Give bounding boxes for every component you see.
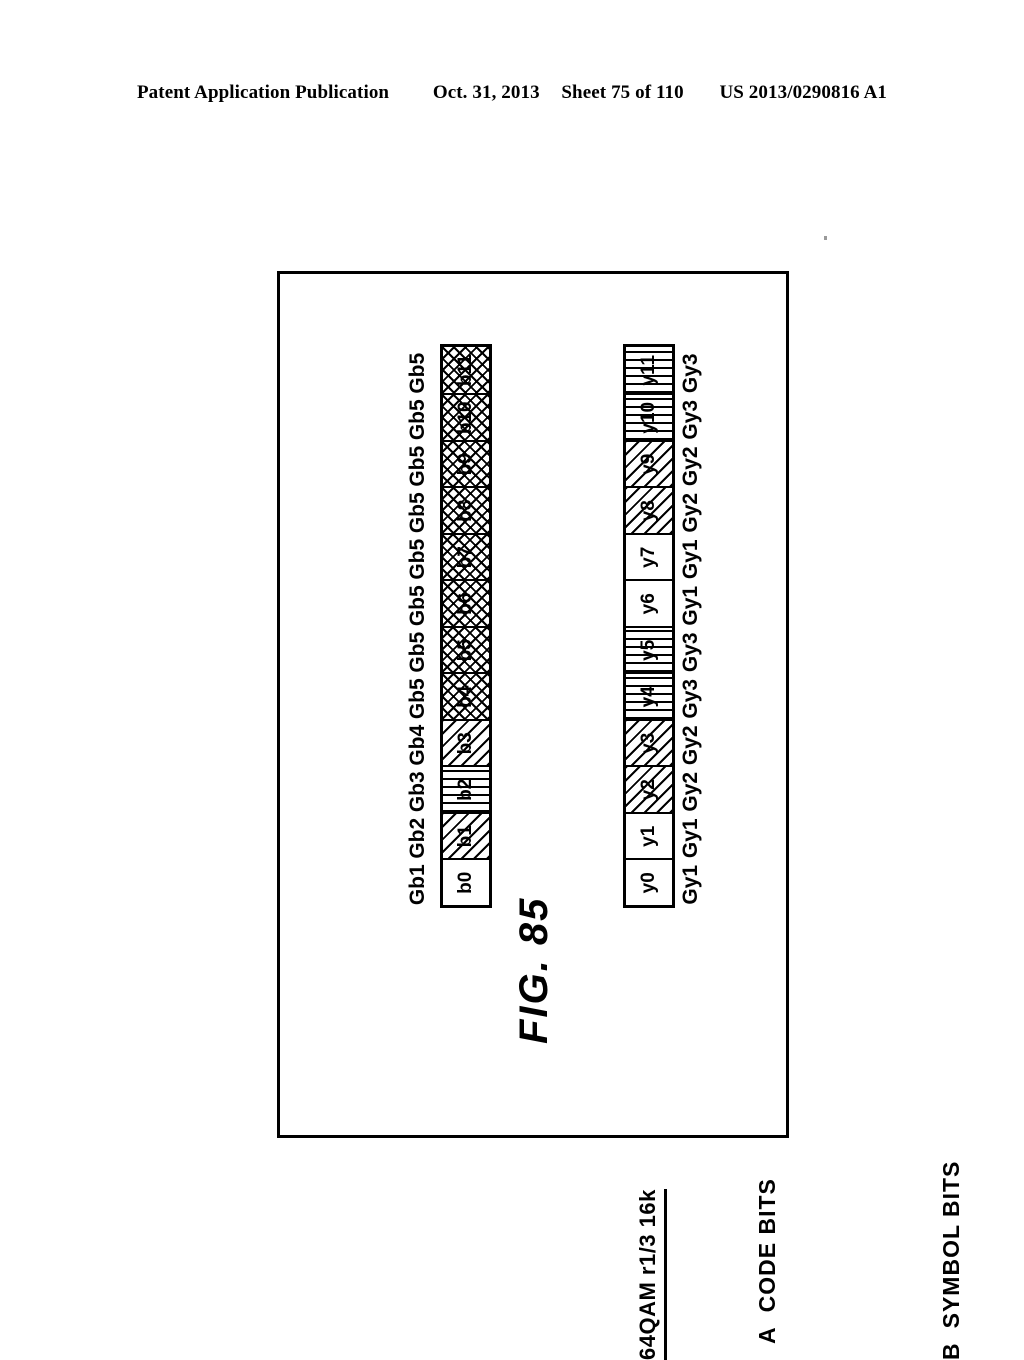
symbol-bits-cell-y3: y3 (626, 719, 672, 766)
code-bits-cell-label: b1 (455, 825, 476, 848)
symbol-bits-group-label: Gy2 (679, 725, 702, 766)
symbol-bits-group-label: Gy2 (679, 771, 702, 812)
row-b-bit-strip: y0 y1 y2 y3 y4 y5 y6 y7 y8 y9 y10 y11 (623, 344, 675, 908)
code-bits-cell-label: b0 (455, 871, 476, 894)
code-bits-cell-b5: b5 (443, 626, 489, 673)
row-b-caption: B SYMBOL BITS (938, 1161, 965, 1360)
row-b-label: SYMBOL BITS (938, 1160, 964, 1329)
symbol-bits-cell-label: y2 (638, 779, 659, 801)
code-bits-cell-b8: b8 (443, 486, 489, 533)
symbol-bits-group-label: Gy2 (679, 446, 702, 487)
symbol-bits-group-label: Gy2 (679, 492, 702, 533)
symbol-bits-cell-label: y11 (638, 354, 659, 386)
symbol-bits-cell-y8: y8 (626, 486, 672, 533)
symbol-bits-cell-y2: y2 (626, 765, 672, 812)
symbol-bits-cell-label: y7 (638, 546, 659, 568)
row-a-letter: A (754, 1326, 780, 1344)
symbol-bits-cell-label: y3 (638, 732, 659, 754)
row-a-caption: A CODE BITS (754, 1178, 781, 1344)
page-speck-artifact (824, 236, 827, 240)
code-bits-cell-b3: b3 (443, 719, 489, 766)
code-bits-cell-label: b5 (455, 639, 476, 662)
symbol-bits-cell-y5: y5 (626, 626, 672, 673)
mode-caption: 64QAM r1/3 16k (635, 1189, 667, 1360)
code-bits-group-label: Gb1 (406, 864, 429, 906)
symbol-bits-cell-label: y0 (638, 872, 659, 894)
code-bits-cell-label: b2 (455, 778, 476, 801)
row-a-bit-strip: b0 b1 b2 b3 b4 b5 b6 b7 b8 b9 b10 b11 (440, 344, 492, 908)
symbol-bits-group-label: Gy3 (679, 632, 702, 673)
code-bits-group-label: Gb5 (406, 678, 429, 720)
symbol-bits-group-label: Gy1 (679, 585, 702, 626)
code-bits-cell-b10: b10 (443, 393, 489, 440)
code-bits-cell-b7: b7 (443, 533, 489, 580)
code-bits-group-label: Gb5 (406, 585, 429, 627)
code-bits-cell-b0: b0 (443, 858, 489, 905)
page-header: Patent Application Publication Oct. 31, … (0, 82, 1024, 104)
header-publication: Patent Application Publication (136, 82, 390, 103)
header-date: Oct. 31, 2013 (432, 82, 540, 103)
row-b-letter: B (938, 1342, 964, 1360)
header-doc-number: US 2013/0290816 A1 (719, 82, 888, 103)
code-bits-cell-label: b6 (455, 592, 476, 615)
code-bits-group-label: Gb5 (406, 492, 429, 534)
symbol-bits-group-label: Gy3 (679, 678, 702, 719)
code-bits-cell-label: b10 (455, 401, 476, 435)
code-bits-group-label: Gb5 (406, 445, 429, 487)
code-bits-cell-b2: b2 (443, 765, 489, 812)
code-bits-cell-label: b3 (455, 732, 476, 755)
code-bits-cell-b1: b1 (443, 812, 489, 859)
code-bits-cell-label: b8 (455, 499, 476, 522)
row-b-group-labels: Gy1 Gy1 Gy2 Gy2 Gy3 Gy3 Gy1 Gy1 Gy2 Gy2 Gy3 Gy3 (679, 350, 703, 908)
code-bits-cell-b11: b11 (443, 347, 489, 394)
figure-border-box: FIG. 85 64QAM r1/3 16k A CODE BITS B SYMBO… (277, 271, 964, 1360)
symbol-bits-cell-label: y6 (638, 593, 659, 615)
code-bits-group-label: Gb5 (406, 631, 429, 673)
symbol-bits-cell-label: y9 (638, 453, 659, 475)
symbol-bits-cell-label: y8 (638, 500, 659, 522)
symbol-bits-group-label: Gy3 (679, 399, 702, 440)
symbol-bits-cell-y1: y1 (626, 812, 672, 859)
code-bits-cell-label: b4 (455, 685, 476, 708)
symbol-bits-cell-y7: y7 (626, 533, 672, 580)
symbol-bits-cell-label: y5 (638, 639, 659, 661)
row-a-group-labels: Gb1 Gb2 Gb3 Gb4 Gb5 Gb5 Gb5 Gb5 Gb5 Gb5 Gb5 Gb5 (406, 350, 430, 908)
figure-title: FIG. 85 (512, 896, 556, 1044)
code-bits-cell-b6: b6 (443, 579, 489, 626)
symbol-bits-cell-label: y10 (638, 401, 659, 434)
row-a-label: CODE BITS (754, 1178, 780, 1313)
code-bits-group-label: Gb5 (406, 399, 429, 441)
code-bits-group-label: Gb5 (406, 538, 429, 580)
code-bits-cell-label: b9 (455, 453, 476, 476)
code-bits-group-label: Gb3 (406, 771, 429, 813)
symbol-bits-group-label: Gy1 (679, 818, 702, 859)
symbol-bits-cell-y10: y10 (626, 393, 672, 440)
symbol-bits-cell-y6: y6 (626, 579, 672, 626)
code-bits-cell-b9: b9 (443, 440, 489, 487)
header-sheet: Sheet 75 of 110 (561, 82, 684, 103)
code-bits-cell-b4: b4 (443, 672, 489, 719)
code-bits-group-label: Gb5 (406, 352, 429, 394)
symbol-bits-group-label: Gy1 (679, 539, 702, 580)
symbol-bits-cell-y11: y11 (626, 347, 672, 394)
symbol-bits-cell-y4: y4 (626, 672, 672, 719)
code-bits-cell-label: b11 (455, 354, 476, 387)
symbol-bits-cell-y9: y9 (626, 440, 672, 487)
symbol-bits-cell-label: y4 (638, 686, 659, 708)
code-bits-group-label: Gb4 (406, 724, 429, 766)
symbol-bits-group-label: Gy1 (679, 864, 702, 905)
symbol-bits-cell-label: y1 (638, 825, 659, 847)
code-bits-group-label: Gb2 (406, 817, 429, 859)
symbol-bits-group-label: Gy3 (679, 353, 702, 394)
symbol-bits-cell-y0: y0 (626, 858, 672, 905)
code-bits-cell-label: b7 (455, 546, 476, 569)
